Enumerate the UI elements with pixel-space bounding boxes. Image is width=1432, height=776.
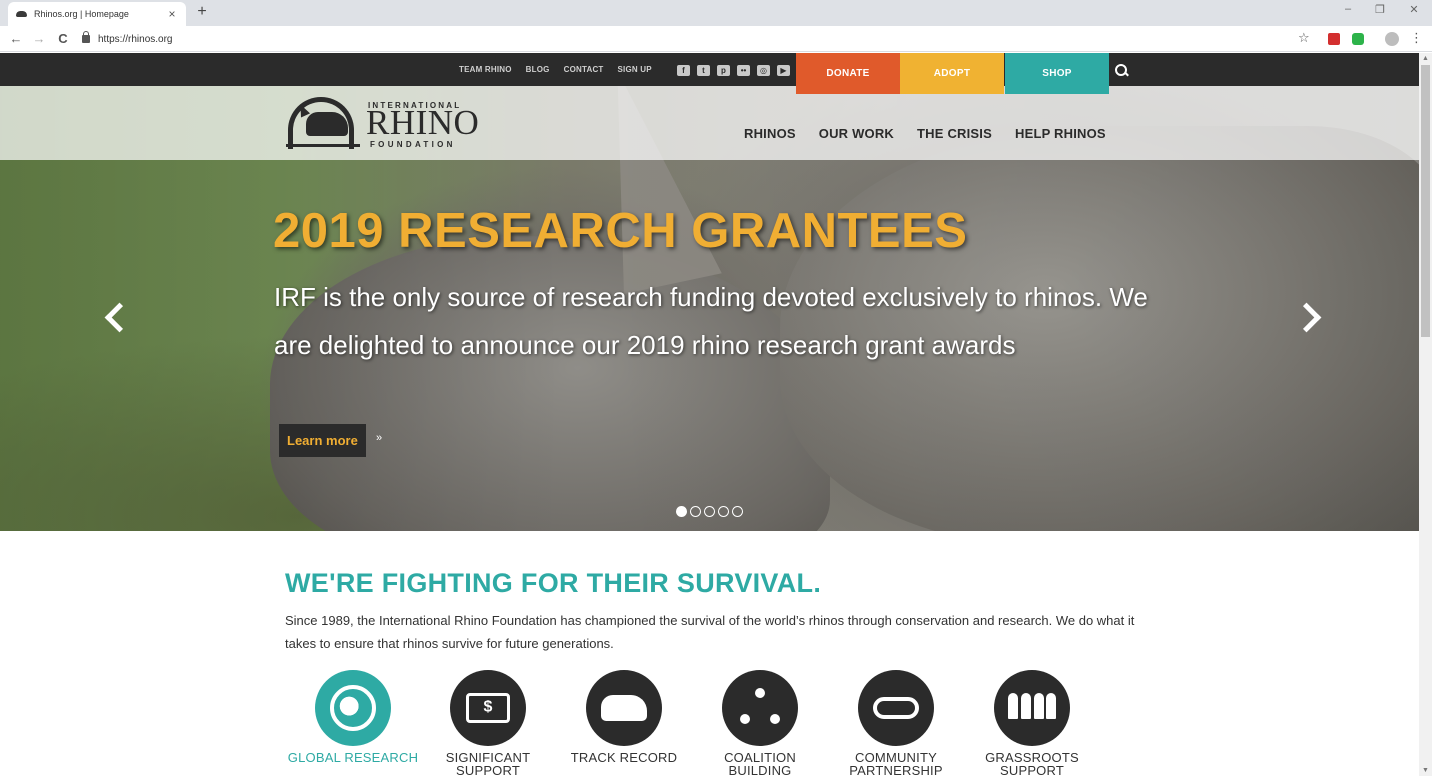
feature-label: COALITION BUILDING (724, 750, 796, 776)
back-button[interactable]: ← (5, 28, 27, 50)
extension-green-icon[interactable] (1352, 33, 1364, 45)
bookmark-star-icon[interactable]: ☆ (1298, 30, 1310, 46)
sign-up-link[interactable]: SIGN UP (618, 65, 652, 74)
learn-more-arrow: » (376, 432, 383, 444)
irf-logo[interactable]: INTERNATIONAL RHINO FOUNDATION (286, 97, 480, 153)
slide-dot[interactable] (690, 506, 701, 517)
slide-dot[interactable] (732, 506, 743, 517)
youtube-icon[interactable]: ▶ (777, 65, 790, 76)
main-nav: RHINOS OUR WORK THE CRISIS HELP RHINOS (744, 126, 1106, 141)
tab-close-icon[interactable]: × (166, 7, 178, 21)
feature-label: GLOBAL RESEARCH (287, 750, 419, 765)
contact-link[interactable]: CONTACT (564, 65, 604, 74)
blog-link[interactable]: BLOG (526, 65, 550, 74)
slide-dot[interactable] (676, 506, 687, 517)
mission-text: Since 1989, the International Rhino Foun… (285, 613, 1135, 651)
scroll-up-icon[interactable]: ▲ (1422, 55, 1429, 62)
money-icon (466, 693, 510, 723)
nav-rhinos[interactable]: RHINOS (744, 126, 796, 141)
shop-button[interactable]: SHOP (1005, 53, 1109, 94)
logo-rhino-icon (306, 112, 348, 136)
feature-circle (586, 670, 662, 746)
minimize-button[interactable]: – (1338, 3, 1358, 15)
rhino-favicon-icon (16, 9, 28, 19)
twitter-icon[interactable]: t (697, 65, 710, 76)
instagram-icon[interactable]: ◎ (757, 65, 770, 76)
slide-indicators (676, 506, 743, 517)
browser-tab-bar: Rhinos.org | Homepage × + – ❐ ✕ (0, 0, 1432, 26)
logo-baseline (286, 144, 360, 147)
mission-title: WE'RE FIGHTING FOR THEIR SURVIVAL. (285, 568, 822, 598)
close-window-button[interactable]: ✕ (1404, 3, 1424, 16)
flickr-icon[interactable]: •• (737, 65, 750, 76)
feature-grassroots-support[interactable]: GRASSROOTS SUPPORT (964, 670, 1100, 776)
feature-circle (315, 670, 391, 746)
nav-help-rhinos[interactable]: HELP RHINOS (1015, 126, 1106, 141)
forward-button[interactable]: → (28, 28, 50, 50)
nav-our-work[interactable]: OUR WORK (819, 126, 894, 141)
social-links: f t p •• ◎ ▶ (677, 65, 790, 76)
hero-text: IRF is the only source of research fundi… (274, 282, 1148, 360)
logo-bottom-text: FOUNDATION (370, 140, 456, 149)
site-header: INTERNATIONAL RHINO FOUNDATION RHINOS OU… (0, 86, 1419, 160)
pinterest-icon[interactable]: p (717, 65, 730, 76)
slide-dot[interactable] (704, 506, 715, 517)
url-input[interactable]: https://rhinos.org (82, 29, 1294, 49)
feature-coalition-building[interactable]: COALITION BUILDING (692, 670, 828, 776)
browser-address-bar: ← → C https://rhinos.org ☆ ⋮ (0, 26, 1432, 52)
feature-label: GRASSROOTS SUPPORT (985, 750, 1079, 776)
profile-avatar-icon[interactable] (1385, 32, 1399, 46)
feature-community-partnership[interactable]: COMMUNITY PARTNERSHIP (828, 670, 964, 776)
feature-global-research[interactable]: GLOBAL RESEARCH (285, 670, 421, 764)
feature-circle (450, 670, 526, 746)
feature-circle (858, 670, 934, 746)
lock-icon (82, 31, 90, 43)
adopt-button[interactable]: ADOPT (900, 53, 1004, 94)
facebook-icon[interactable]: f (677, 65, 690, 76)
restore-button[interactable]: ❐ (1370, 3, 1390, 16)
nav-the-crisis[interactable]: THE CRISIS (917, 126, 992, 141)
rhino-icon (601, 695, 647, 721)
feature-circle (722, 670, 798, 746)
browser-tab[interactable]: Rhinos.org | Homepage × (8, 2, 186, 26)
feature-label: COMMUNITY PARTNERSHIP (849, 750, 943, 776)
people-network-icon (740, 688, 780, 728)
feature-significant-support[interactable]: SIGNIFICANT SUPPORT (420, 670, 556, 776)
hero-title: 2019 RESEARCH GRANTEES (273, 204, 968, 258)
site-viewport: TEAM RHINO BLOG CONTACT SIGN UP f t p ••… (0, 53, 1419, 776)
tab-title: Rhinos.org | Homepage (34, 9, 129, 19)
group-icon (1008, 693, 1056, 723)
feature-track-record[interactable]: TRACK RECORD (556, 670, 692, 764)
reload-button[interactable]: C (52, 28, 74, 50)
utility-links: TEAM RHINO BLOG CONTACT SIGN UP (459, 53, 652, 86)
new-tab-button[interactable]: + (194, 3, 210, 21)
globe-icon (330, 685, 376, 731)
handshake-icon (873, 697, 919, 719)
browser-menu-icon[interactable]: ⋮ (1410, 30, 1423, 46)
next-slide-icon[interactable] (1300, 301, 1318, 331)
slide-dot[interactable] (718, 506, 729, 517)
utility-bar: TEAM RHINO BLOG CONTACT SIGN UP f t p ••… (0, 53, 1419, 86)
scrollbar-thumb[interactable] (1421, 65, 1430, 337)
scroll-down-icon[interactable]: ▼ (1422, 767, 1429, 774)
team-rhino-link[interactable]: TEAM RHINO (459, 65, 512, 74)
url-text: https://rhinos.org (98, 33, 173, 45)
feature-circle (994, 670, 1070, 746)
extension-lastpass-icon[interactable] (1328, 33, 1340, 45)
logo-main-text: RHINO (366, 103, 480, 142)
page-scrollbar[interactable]: ▲ ▼ (1419, 53, 1432, 776)
search-icon[interactable] (1115, 64, 1127, 76)
hero-slider: INTERNATIONAL RHINO FOUNDATION RHINOS OU… (0, 86, 1419, 531)
feature-label: SIGNIFICANT SUPPORT (445, 750, 531, 776)
prev-slide-icon[interactable] (103, 301, 121, 331)
learn-more-button[interactable]: Learn more (279, 424, 366, 457)
feature-label: TRACK RECORD (570, 750, 678, 765)
donate-button[interactable]: DONATE (796, 53, 900, 94)
